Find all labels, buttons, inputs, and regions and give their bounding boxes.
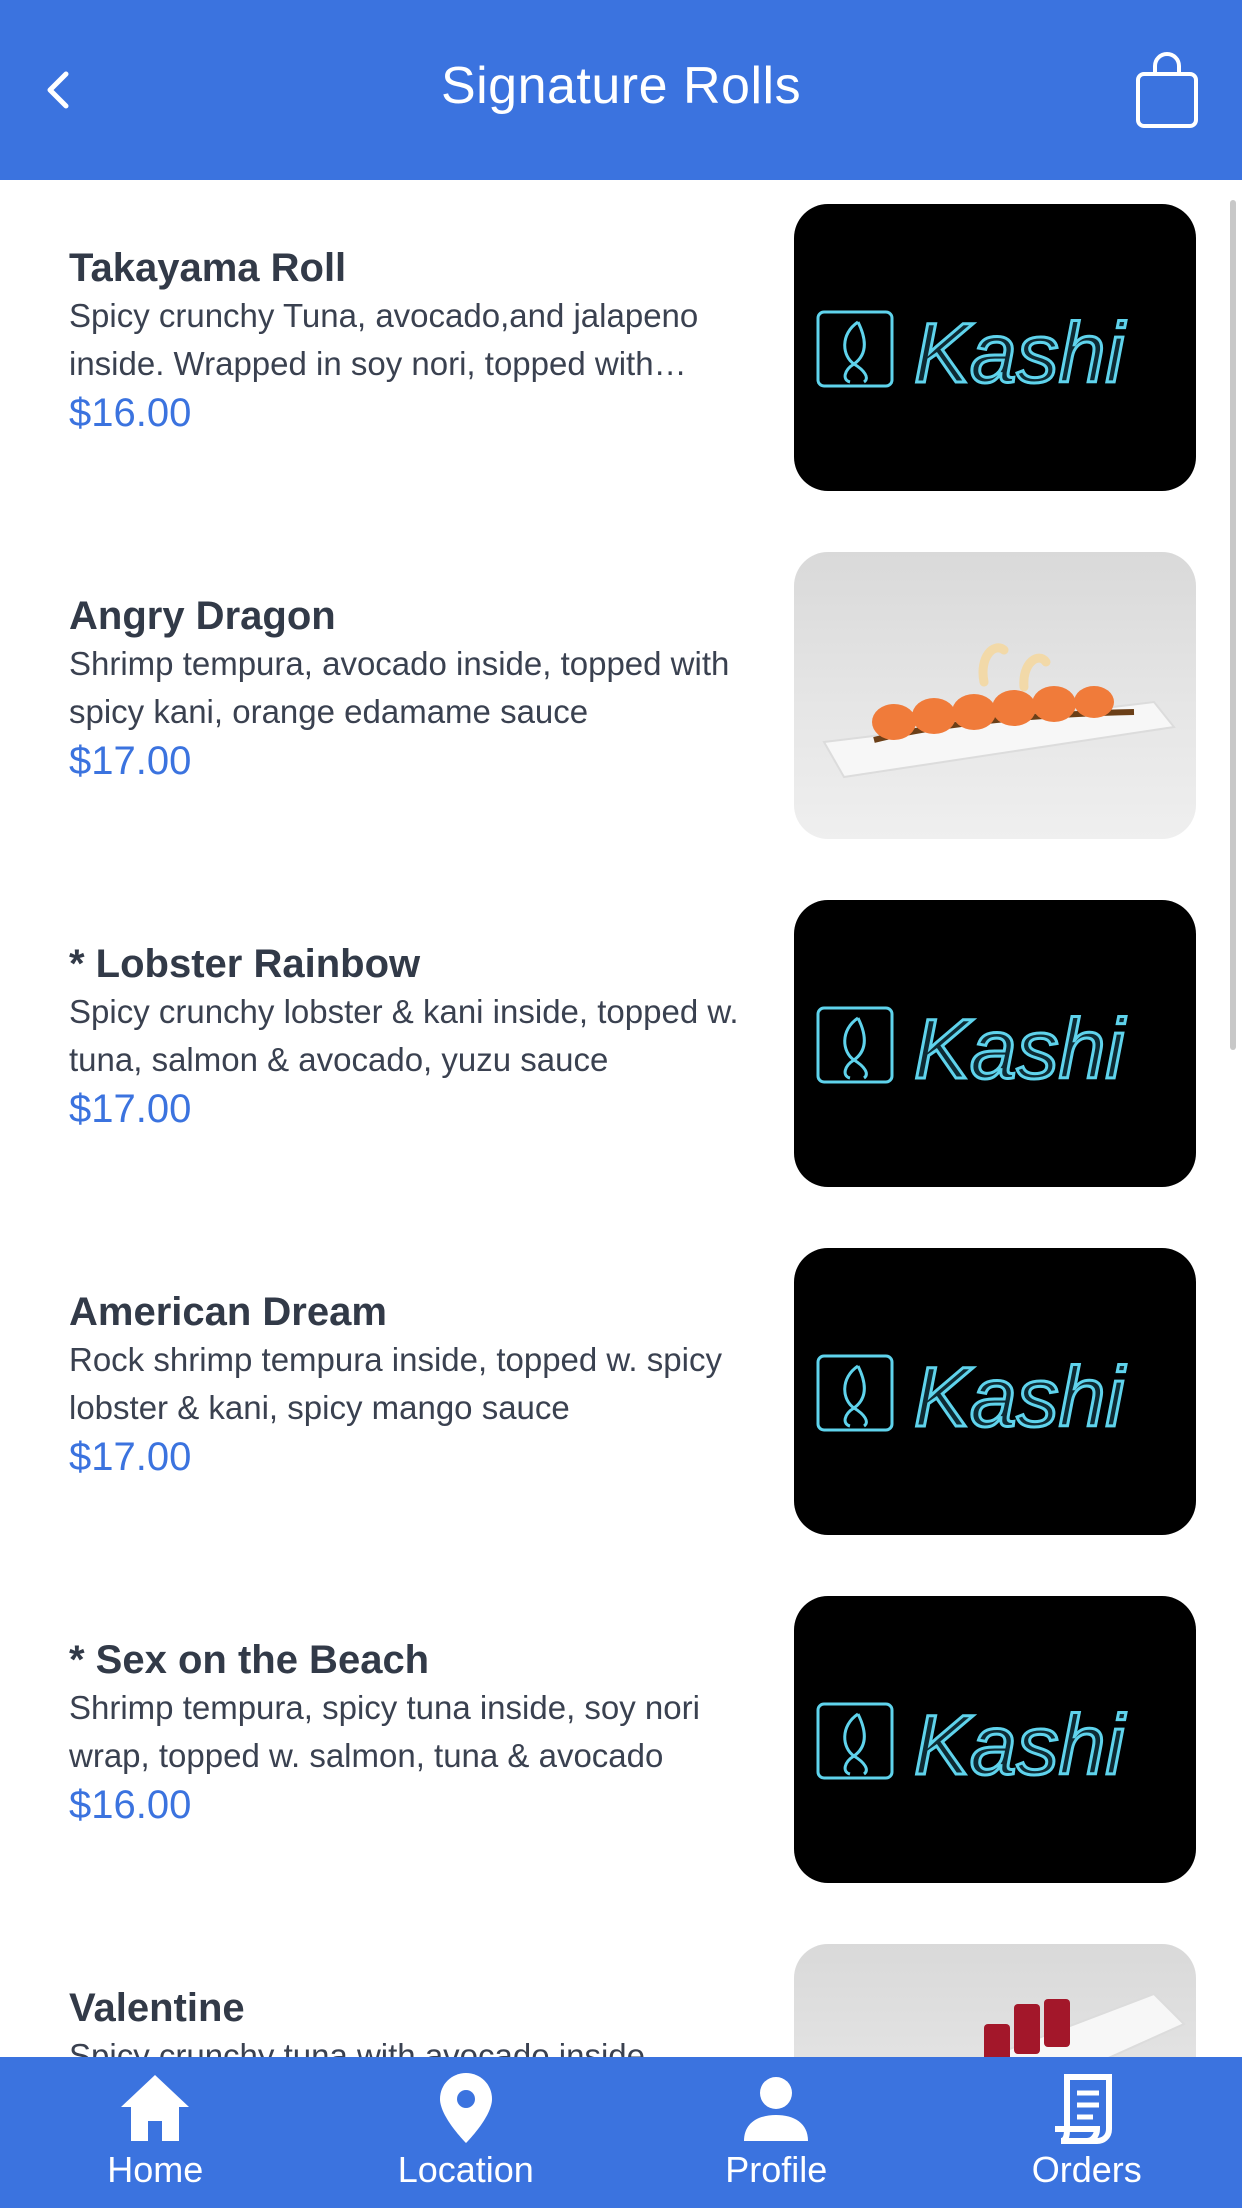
item-price: $16.00 — [69, 1783, 192, 1827]
menu-item-info: Takayama Roll Spicy crunchy Tuna, avocad… — [69, 244, 759, 438]
menu-list[interactable]: Takayama Roll Spicy crunchy Tuna, avocad… — [0, 180, 1242, 2057]
menu-item-info: * Lobster Rainbow Spicy crunchy lobster … — [69, 940, 759, 1134]
scrollbar[interactable] — [1230, 200, 1236, 1050]
item-description: Spicy crunchy Tuna, avocado,and jalapeno… — [69, 297, 699, 382]
item-price: $17.00 — [69, 1435, 192, 1479]
nav-profile[interactable]: Profile — [621, 2057, 932, 2208]
item-name: Valentine — [69, 1986, 245, 2030]
kashi-logo-image: Kashi — [816, 1001, 1128, 1098]
nav-location-label: Location — [397, 2149, 534, 2190]
menu-item[interactable]: Takayama Roll Spicy crunchy Tuna, avocad… — [0, 192, 1242, 540]
nav-orders-label: Orders — [1031, 2149, 1142, 2190]
item-name: Takayama Roll — [69, 246, 347, 290]
nav-home[interactable]: Home — [0, 2057, 311, 2208]
menu-item[interactable]: Angry Dragon Shrimp tempura, avocado ins… — [0, 540, 1242, 888]
item-image — [794, 552, 1196, 839]
page-title: Signature Rolls — [440, 57, 802, 115]
item-name: * Lobster Rainbow — [69, 942, 421, 986]
menu-item[interactable]: * Lobster Rainbow Spicy crunchy lobster … — [0, 888, 1242, 1236]
item-price: $17.00 — [69, 1087, 192, 1131]
logo-text: Kashi — [914, 1002, 1126, 1096]
item-image: Kashi — [794, 1248, 1196, 1535]
kashi-logo-image: Kashi — [816, 1697, 1128, 1794]
item-description: Shrimp tempura, spicy tuna inside, soy n… — [69, 1689, 700, 1774]
logo-text: Kashi — [914, 1350, 1126, 1444]
logo-text: Kashi — [914, 306, 1126, 400]
item-image: Kashi — [794, 1596, 1196, 1883]
home-icon — [121, 2075, 190, 2141]
cart-button[interactable] — [1134, 50, 1200, 130]
nav-profile-label: Profile — [725, 2149, 828, 2190]
menu-item-info: Valentine Spicy crunchy tuna with avocad… — [69, 1984, 759, 2057]
item-price: $17.00 — [69, 739, 192, 783]
receipt-icon — [1054, 2074, 1112, 2144]
menu-item-info: Angry Dragon Shrimp tempura, avocado ins… — [69, 592, 759, 786]
item-description: Spicy crunchy lobster & kani inside, top… — [69, 993, 739, 1078]
kashi-logo-image: Kashi — [816, 305, 1128, 402]
menu-item-info: * Sex on the Beach Shrimp tempura, spicy… — [69, 1636, 759, 1830]
item-name: * Sex on the Beach — [69, 1638, 430, 1682]
menu-item[interactable]: American Dream Rock shrimp tempura insid… — [0, 1236, 1242, 1584]
location-pin-icon — [439, 2073, 492, 2143]
kashi-logo-image: Kashi — [816, 1349, 1128, 1446]
app-header: Signature Rolls — [0, 0, 1242, 180]
item-name: Angry Dragon — [69, 594, 336, 638]
nav-home-label: Home — [107, 2149, 204, 2190]
menu-item[interactable]: * Sex on the Beach Shrimp tempura, spicy… — [0, 1584, 1242, 1932]
nav-location[interactable]: Location — [311, 2057, 622, 2208]
item-image: Kashi — [794, 204, 1196, 491]
logo-text: Kashi — [914, 1698, 1126, 1792]
sushi-photo — [984, 1992, 1186, 2057]
item-description: Rock shrimp tempura inside, topped w. sp… — [69, 1341, 722, 1426]
menu-item[interactable]: Valentine Spicy crunchy tuna with avocad… — [0, 1932, 1242, 2057]
person-icon — [744, 2077, 809, 2141]
item-image — [794, 1944, 1196, 2057]
bottom-nav: Home Location Profile Orders — [0, 2057, 1242, 2208]
shopping-bag-icon — [1136, 52, 1198, 128]
item-name: American Dream — [69, 1290, 387, 1334]
sushi-photo — [822, 643, 1176, 779]
item-image: Kashi — [794, 900, 1196, 1187]
item-description: Spicy crunchy tuna with avocado inside, — [69, 2037, 655, 2057]
item-price: $16.00 — [69, 391, 192, 435]
item-description: Shrimp tempura, avocado inside, topped w… — [69, 645, 730, 730]
menu-item-info: American Dream Rock shrimp tempura insid… — [69, 1288, 759, 1482]
nav-orders[interactable]: Orders — [932, 2057, 1242, 2208]
